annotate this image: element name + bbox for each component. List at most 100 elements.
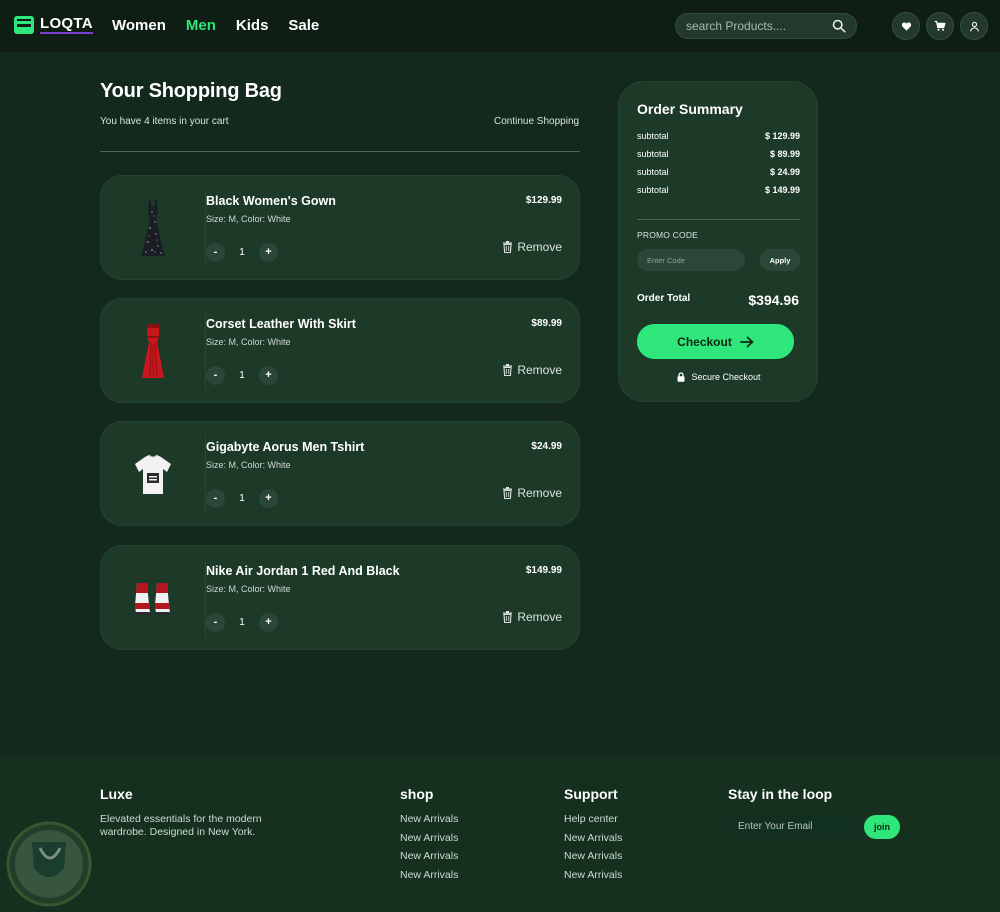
remove-button[interactable]: Remove (502, 240, 562, 254)
newsletter-email-input[interactable] (728, 814, 858, 838)
search-bar (675, 13, 857, 39)
remove-button[interactable]: Remove (502, 486, 562, 500)
product-name: Black Women's Gown (206, 194, 336, 208)
product-name: Gigabyte Aorus Men Tshirt (206, 440, 365, 454)
product-price: $129.99 (525, 195, 562, 206)
decrease-quantity-button[interactable]: - (206, 613, 225, 632)
product-image (101, 546, 205, 651)
product-image (101, 176, 205, 281)
page-title: Your Shopping Bag (100, 80, 282, 102)
footer-link[interactable]: New Arrivals (564, 869, 622, 888)
footer-link[interactable]: New Arrivals (400, 832, 458, 851)
cart-item: Gigabyte Aorus Men Tshirt Size: M, Color… (100, 421, 580, 526)
footer-link[interactable]: New Arrivals (400, 850, 458, 869)
product-price: $149.99 (525, 565, 562, 576)
brand-logo[interactable]: LOQTA (14, 16, 93, 34)
product-attributes: Size: M, Color: White (206, 214, 291, 224)
store-icon (14, 16, 34, 34)
cart-item: Black Women's Gown Size: M, Color: White… (100, 175, 580, 280)
checkout-button[interactable]: Checkout (637, 324, 794, 359)
trash-icon (503, 487, 513, 499)
remove-button[interactable]: Remove (502, 610, 562, 624)
top-header: LOQTA Women Men Kids Sale (0, 0, 1000, 52)
promo-code-label: PROMO CODE (637, 230, 699, 240)
promo-code-input[interactable] (637, 249, 745, 271)
product-attributes: Size: M, Color: White (206, 337, 291, 347)
product-price: $89.99 (531, 318, 562, 329)
subtotal-row: subtotal $ 89.99 (637, 149, 800, 159)
footer-tagline: Elevated essentials for the modern wardr… (100, 813, 262, 838)
red-dress-image (142, 323, 164, 378)
footer-link[interactable]: New Arrivals (400, 869, 458, 888)
footer-brand: Luxe (100, 786, 133, 802)
newsletter-join-button[interactable]: join (864, 815, 900, 839)
footer-link[interactable]: Help center (564, 813, 622, 832)
decrease-quantity-button[interactable]: - (206, 366, 225, 385)
footer-link[interactable]: New Arrivals (564, 832, 622, 851)
increase-quantity-button[interactable]: + (259, 243, 278, 262)
decrease-quantity-button[interactable]: - (206, 243, 225, 262)
header-actions (892, 12, 988, 40)
white-tshirt-image (135, 454, 171, 494)
remove-button[interactable]: Remove (502, 363, 562, 377)
nav-item-kids[interactable]: Kids (236, 17, 269, 34)
nav-item-sale[interactable]: Sale (288, 17, 319, 34)
watermark-logo (6, 821, 92, 907)
remove-label: Remove (517, 240, 562, 254)
nav-item-women[interactable]: Women (112, 17, 166, 34)
order-summary: Order Summary subtotal $ 129.99 subtotal… (618, 81, 818, 402)
product-attributes: Size: M, Color: White (206, 460, 291, 470)
account-button[interactable] (960, 12, 988, 40)
subtotal-label: subtotal (637, 149, 669, 159)
apply-promo-button[interactable]: Apply (760, 249, 800, 271)
heart-icon (901, 21, 911, 31)
footer-shop-links: New Arrivals New Arrivals New Arrivals N… (400, 813, 458, 888)
subtotal-label: subtotal (637, 167, 669, 177)
product-image (101, 299, 205, 404)
secure-checkout-note: Secure Checkout (619, 372, 819, 382)
increase-quantity-button[interactable]: + (259, 489, 278, 508)
cart-button[interactable] (926, 12, 954, 40)
product-attributes: Size: M, Color: White (206, 584, 291, 594)
decrease-quantity-button[interactable]: - (206, 489, 225, 508)
quantity-value: 1 (239, 247, 245, 258)
increase-quantity-button[interactable]: + (259, 613, 278, 632)
subtotal-value: $ 129.99 (764, 131, 800, 141)
nav-item-men[interactable]: Men (186, 17, 216, 34)
remove-label: Remove (517, 363, 562, 377)
lock-icon (677, 372, 685, 382)
subtotal-value: $ 89.99 (769, 149, 800, 159)
subtotal-row: subtotal $ 149.99 (637, 185, 800, 195)
brand-name: LOQTA (40, 15, 93, 34)
summary-title: Order Summary (637, 101, 743, 117)
remove-label: Remove (517, 486, 562, 500)
quantity-stepper: - 1 + (206, 489, 278, 508)
search-icon[interactable] (832, 19, 846, 33)
product-price: $24.99 (531, 441, 562, 452)
continue-shopping-link[interactable]: Continue Shopping (494, 116, 579, 127)
product-name: Nike Air Jordan 1 Red And Black (206, 564, 400, 578)
arrow-right-icon (739, 336, 754, 347)
footer-link[interactable]: New Arrivals (564, 850, 622, 869)
quantity-value: 1 (239, 617, 245, 628)
remove-label: Remove (517, 610, 562, 624)
search-input[interactable] (686, 19, 826, 33)
newsletter-heading: Stay in the loop (728, 786, 833, 802)
trash-icon (503, 611, 513, 623)
cart-item: Corset Leather With Skirt Size: M, Color… (100, 298, 580, 403)
subtotal-row: subtotal $ 129.99 (637, 131, 800, 141)
quantity-value: 1 (239, 370, 245, 381)
divider (637, 219, 800, 220)
cart-icon (934, 20, 946, 31)
footer-support-links: Help center New Arrivals New Arrivals Ne… (564, 813, 622, 888)
quantity-stepper: - 1 + (206, 243, 278, 262)
product-image (101, 422, 205, 527)
footer-link[interactable]: New Arrivals (400, 813, 458, 832)
red-sneakers-image (135, 582, 170, 615)
footer-shop-heading: shop (400, 786, 434, 802)
wishlist-button[interactable] (892, 12, 920, 40)
subtotal-value: $ 24.99 (769, 167, 800, 177)
cart-item: Nike Air Jordan 1 Red And Black Size: M,… (100, 545, 580, 650)
secure-checkout-label: Secure Checkout (691, 372, 761, 382)
increase-quantity-button[interactable]: + (259, 366, 278, 385)
